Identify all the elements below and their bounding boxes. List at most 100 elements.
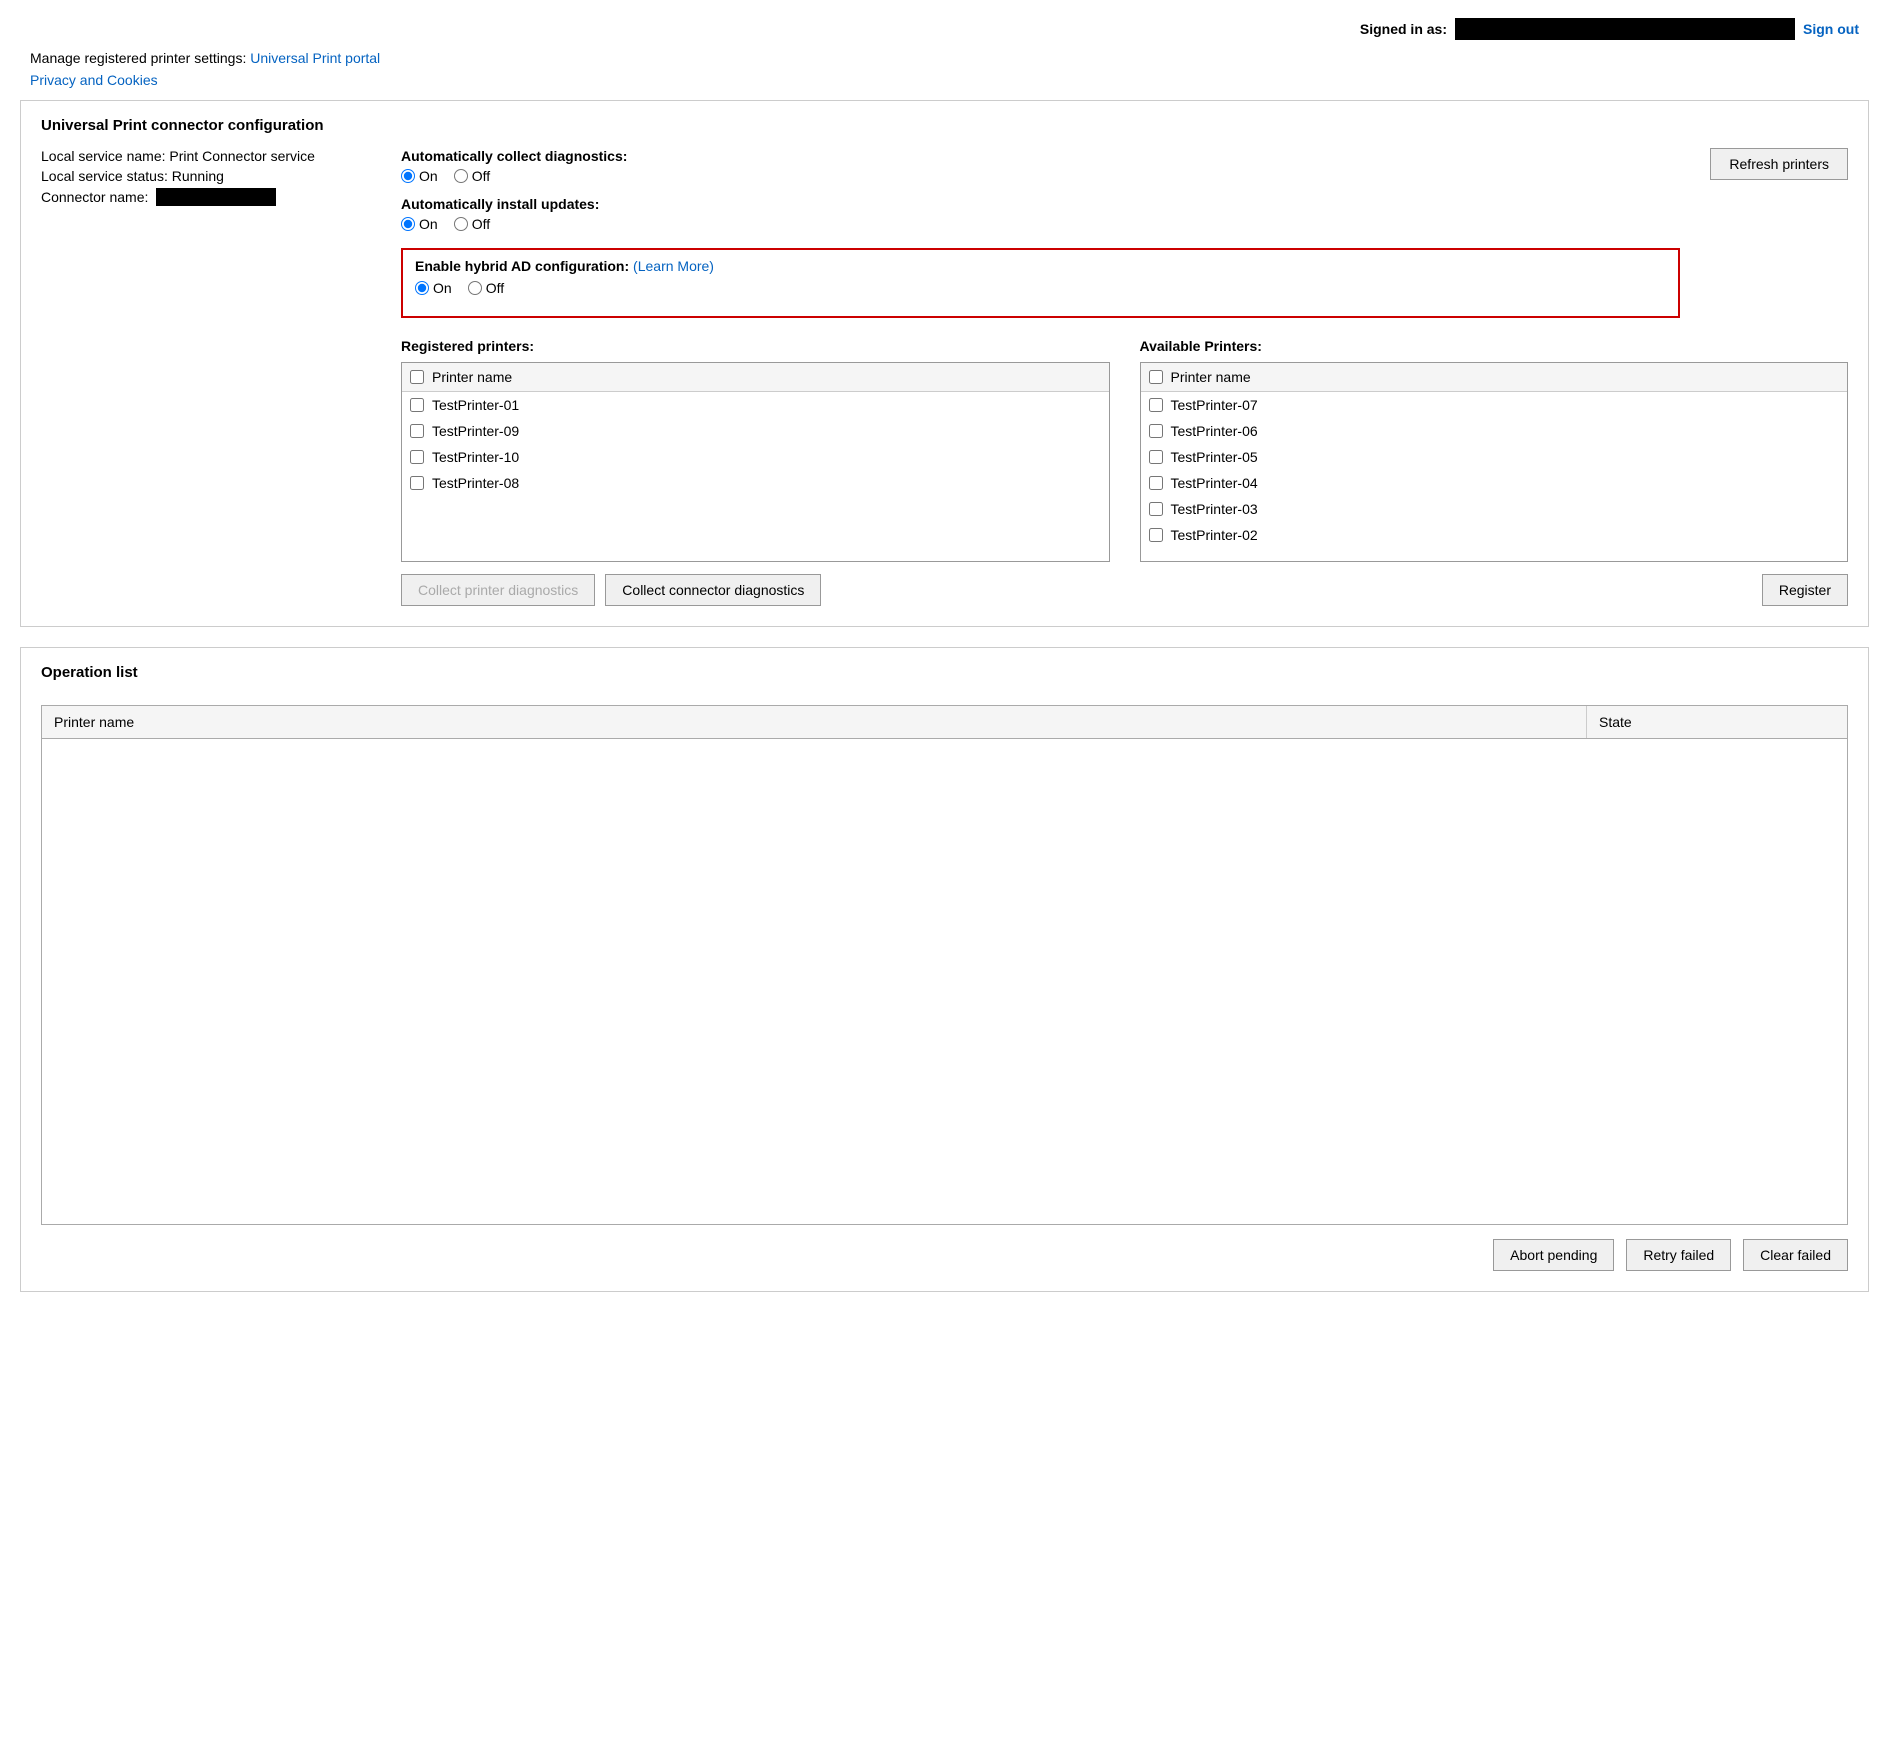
local-service-status-label: Local service status: [41,168,168,184]
portal-link[interactable]: Universal Print portal [250,50,380,66]
collect-printer-diag-button[interactable]: Collect printer diagnostics [401,574,595,606]
abort-pending-button[interactable]: Abort pending [1493,1239,1614,1271]
buttons-left: Collect printer diagnostics Collect conn… [401,574,821,606]
auto-collect-off-radio[interactable] [454,169,468,183]
avail-printer-04-label: TestPrinter-04 [1171,475,1258,491]
hybrid-ad-learn-more[interactable]: (Learn More) [633,258,714,274]
list-item[interactable]: TestPrinter-01 [402,392,1109,418]
hybrid-ad-header: Enable hybrid AD configuration: (Learn M… [415,258,1666,274]
avail-printer-06-checkbox[interactable] [1149,424,1163,438]
op-col-state-header: State [1587,706,1847,738]
hybrid-ad-label: Enable hybrid AD configuration: [415,258,629,274]
auto-install-on-text: On [419,216,438,232]
operation-body [42,739,1847,1219]
auto-install-label: Automatically install updates: [401,196,1680,212]
operation-table: Printer name State [41,705,1848,1225]
avail-printer-05-checkbox[interactable] [1149,450,1163,464]
operation-list-title: Operation list [41,664,1848,689]
connector-name-label: Connector name: [41,189,148,205]
avail-printer-05-label: TestPrinter-05 [1171,449,1258,465]
hybrid-ad-box: Enable hybrid AD configuration: (Learn M… [401,248,1680,318]
available-printers-col: Available Printers: Printer name TestPri… [1140,338,1849,562]
diag-section: Automatically collect diagnostics: On Of… [401,148,1848,318]
auto-collect-on-label[interactable]: On [401,168,438,184]
registered-printers-col: Registered printers: Printer name TestPr… [401,338,1110,562]
collect-connector-diag-button[interactable]: Collect connector diagnostics [605,574,821,606]
auto-collect-on-text: On [419,168,438,184]
auto-collect-on-radio[interactable] [401,169,415,183]
auto-install-off-radio[interactable] [454,217,468,231]
local-service-status: Local service status: Running [41,168,361,184]
avail-printer-03-checkbox[interactable] [1149,502,1163,516]
hybrid-ad-on-radio[interactable] [415,281,429,295]
reg-printer-01-checkbox[interactable] [410,398,424,412]
auto-install-off-text: Off [472,216,490,232]
list-item[interactable]: TestPrinter-04 [1141,470,1848,496]
auto-collect-off-label[interactable]: Off [454,168,490,184]
registered-col-header: Printer name [432,369,512,385]
hybrid-ad-radio-row: On Off [415,280,1666,296]
list-item[interactable]: TestPrinter-10 [402,444,1109,470]
top-bar: Signed in as: Sign out [0,0,1889,46]
local-service-name-label: Local service name: [41,148,166,164]
reg-printer-09-checkbox[interactable] [410,424,424,438]
printer-buttons-row: Collect printer diagnostics Collect conn… [401,574,1848,606]
reg-printer-10-checkbox[interactable] [410,450,424,464]
op-buttons-row: Abort pending Retry failed Clear failed [41,1239,1848,1271]
available-printers-header: Printer name [1141,363,1848,392]
connector-config-section: Universal Print connector configuration … [20,100,1869,627]
refresh-printers-button[interactable]: Refresh printers [1710,148,1848,180]
clear-failed-button[interactable]: Clear failed [1743,1239,1848,1271]
hybrid-ad-off-radio[interactable] [468,281,482,295]
registered-printers-header: Printer name [402,363,1109,392]
avail-printer-06-label: TestPrinter-06 [1171,423,1258,439]
list-item[interactable]: TestPrinter-06 [1141,418,1848,444]
list-item[interactable]: TestPrinter-03 [1141,496,1848,522]
reg-printer-08-checkbox[interactable] [410,476,424,490]
list-item[interactable]: TestPrinter-07 [1141,392,1848,418]
avail-printer-02-checkbox[interactable] [1149,528,1163,542]
available-printers-list: Printer name TestPrinter-07 TestPrinter-… [1140,362,1849,562]
config-left: Local service name: Print Connector serv… [41,148,361,606]
hybrid-ad-on-label[interactable]: On [415,280,452,296]
diag-options: Automatically collect diagnostics: On Of… [401,148,1680,318]
list-item[interactable]: TestPrinter-02 [1141,522,1848,548]
manage-row: Manage registered printer settings: Univ… [0,46,1889,70]
operation-table-header: Printer name State [42,706,1847,739]
signed-in-block: Signed in as: Sign out [1360,18,1859,40]
avail-printer-03-label: TestPrinter-03 [1171,501,1258,517]
available-select-all-checkbox[interactable] [1149,370,1163,384]
registered-select-all-checkbox[interactable] [410,370,424,384]
connector-config-title: Universal Print connector configuration [41,117,1848,134]
avail-printer-07-checkbox[interactable] [1149,398,1163,412]
auto-install-radio-row: On Off [401,216,1680,232]
available-col-header: Printer name [1171,369,1251,385]
printers-row: Registered printers: Printer name TestPr… [401,338,1848,562]
list-item[interactable]: TestPrinter-08 [402,470,1109,496]
auto-collect-label: Automatically collect diagnostics: [401,148,1680,164]
sign-out-link[interactable]: Sign out [1803,21,1859,37]
reg-printer-10-label: TestPrinter-10 [432,449,519,465]
auto-install-off-label[interactable]: Off [454,216,490,232]
connector-name-block: Connector name: [41,188,361,206]
list-item[interactable]: TestPrinter-09 [402,418,1109,444]
avail-printer-04-checkbox[interactable] [1149,476,1163,490]
auto-install-on-label[interactable]: On [401,216,438,232]
hybrid-ad-off-text: Off [486,280,504,296]
operation-list-section: Operation list Printer name State Abort … [20,647,1869,1292]
privacy-link[interactable]: Privacy and Cookies [30,72,158,88]
registered-printers-list: Printer name TestPrinter-01 TestPrinter-… [401,362,1110,562]
connector-name-redacted [156,188,276,206]
privacy-row: Privacy and Cookies [0,70,1889,100]
retry-failed-button[interactable]: Retry failed [1626,1239,1731,1271]
auto-collect-off-text: Off [472,168,490,184]
manage-text: Manage registered printer settings: [30,50,246,66]
signed-in-value [1455,18,1795,40]
hybrid-ad-off-label[interactable]: Off [468,280,504,296]
auto-install-on-radio[interactable] [401,217,415,231]
register-button[interactable]: Register [1762,574,1848,606]
reg-printer-08-label: TestPrinter-08 [432,475,519,491]
list-item[interactable]: TestPrinter-05 [1141,444,1848,470]
signed-in-label: Signed in as: [1360,21,1447,37]
avail-printer-07-label: TestPrinter-07 [1171,397,1258,413]
